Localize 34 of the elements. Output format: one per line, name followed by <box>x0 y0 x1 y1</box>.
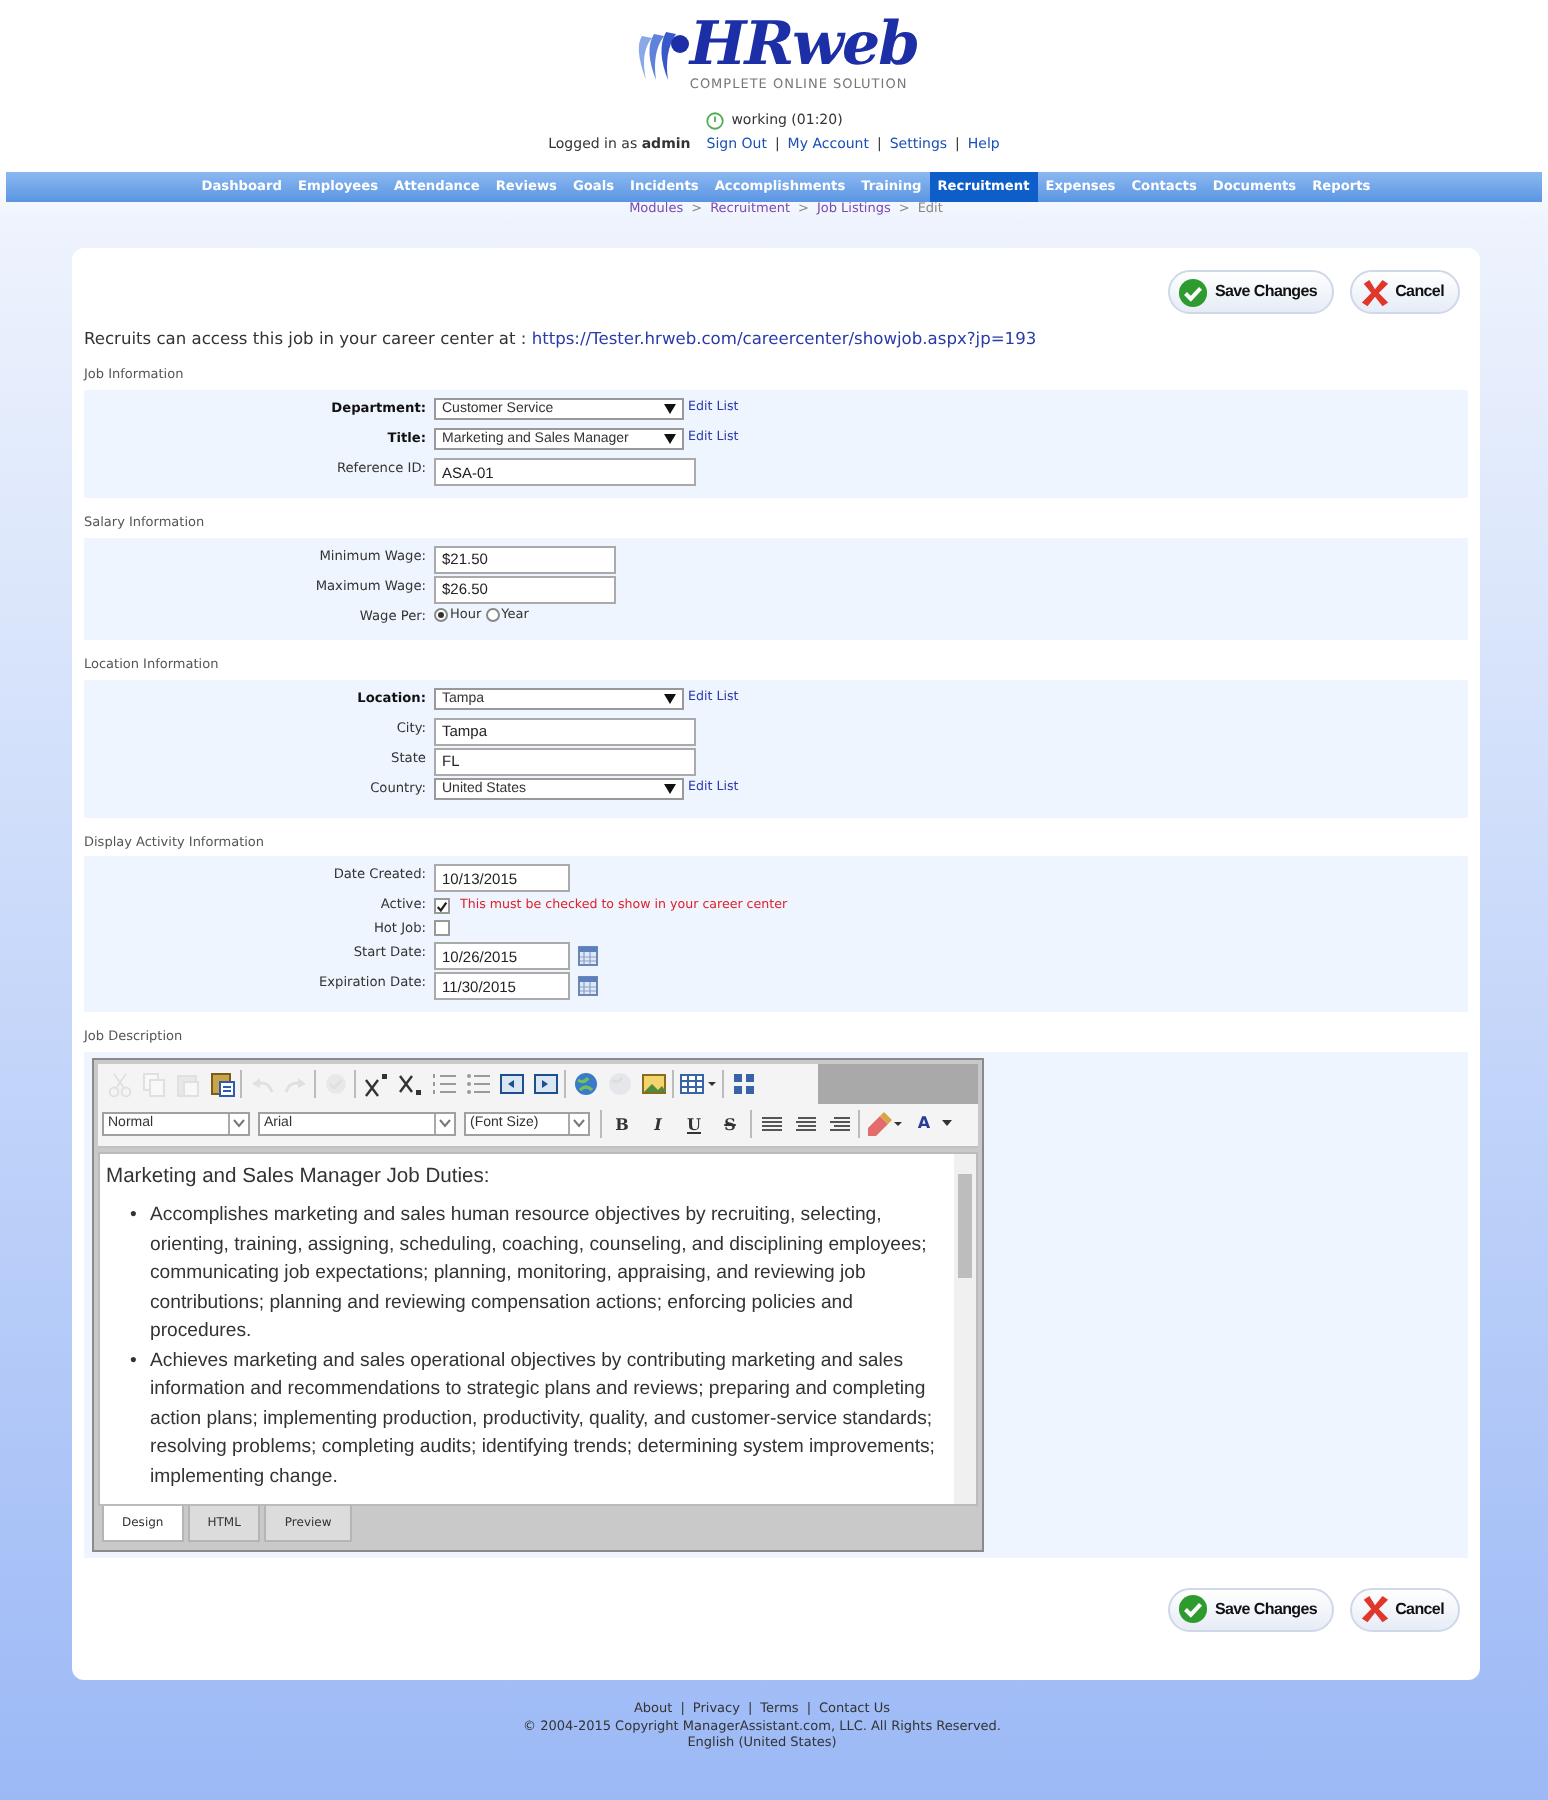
career-note: Recruits can access this job in your career center at : https://Tester.hrweb.com/careercenter/showjob.aspx?jp=193 <box>84 328 1037 348</box>
scrollbar[interactable] <box>954 1153 976 1504</box>
checkbox[interactable] <box>434 898 450 915</box>
bullet-marker: • <box>130 1347 139 1376</box>
content-heading: Marketing and Sales Manager Job Duties: <box>106 1163 492 1192</box>
caret-icon <box>664 693 676 704</box>
checkbox[interactable] <box>434 920 450 937</box>
underline-button[interactable]: U <box>680 1108 708 1141</box>
bullet-text: Achieves marketing and sales operational objectives by contributing marketing and sales information and recommendations to strategic plans and reviews; preparing and completing action plans; implementing production, productivity, quality, and customer-service standards; resolving problems; completing audits; identifying trends; determining system improvements; implementing change. <box>150 1347 937 1492</box>
cancel-button[interactable]: Cancel <box>1349 1587 1460 1632</box>
save-button[interactable]: Save Changes <box>1168 1587 1334 1632</box>
check-icon <box>1178 1594 1209 1625</box>
caret-icon <box>664 434 676 445</box>
calendar-icon[interactable] <box>578 976 598 997</box>
italic-button[interactable]: I <box>644 1108 672 1141</box>
radio-button[interactable] <box>434 608 448 623</box>
bold-button[interactable]: B <box>608 1108 636 1141</box>
clock-icon <box>705 111 724 129</box>
bullet-text: Accomplishes marketing and sales human resource objectives by recruiting, selecting, orienting, training, assigning, scheduling, coaching, counseling, and disciplining employees; communicating job expectations; planning, monitoring, appraising, and reviewing job contributions; planning and reviewing compensation actions; enforcing policies and procedures. <box>150 1202 929 1347</box>
strike-button[interactable]: S <box>716 1108 744 1141</box>
close-icon <box>1359 1594 1390 1625</box>
close-icon <box>1359 277 1390 307</box>
caret-icon <box>664 783 676 794</box>
career-link[interactable]: https://Tester.hrweb.com/careercenter/showjob.aspx?jp=193 <box>531 328 1037 348</box>
bullet-marker: • <box>130 1202 139 1231</box>
cancel-button[interactable]: Cancel <box>1349 270 1460 314</box>
calendar-icon[interactable] <box>578 946 598 967</box>
caret-icon <box>664 404 676 415</box>
caret-icon[interactable] <box>942 1120 952 1129</box>
radio-button[interactable] <box>485 608 500 623</box>
highlighter-icon[interactable] <box>862 1107 906 1142</box>
font-color-button[interactable]: A <box>910 1108 938 1141</box>
save-button[interactable]: Save Changes <box>1168 270 1334 314</box>
check-icon <box>1178 277 1209 307</box>
